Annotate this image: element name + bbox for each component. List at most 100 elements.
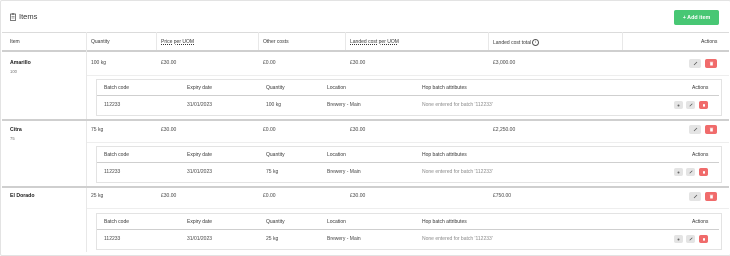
pencil-icon — [688, 237, 693, 241]
batch-hop-attr: None entered for batch '112233' — [422, 169, 493, 175]
batch-code: 112233 — [104, 102, 121, 108]
dot-icon — [677, 104, 680, 106]
edit-batch-button[interactable] — [686, 168, 695, 176]
dot-icon — [677, 238, 680, 240]
batch-col-quantity: Quantity — [266, 85, 285, 91]
pencil-icon — [688, 170, 693, 174]
edit-batch-button[interactable] — [686, 235, 695, 243]
dot-icon — [677, 171, 680, 173]
view-button[interactable] — [674, 168, 683, 176]
batch-col-code: Batch code — [104, 85, 130, 91]
view-button[interactable] — [674, 101, 683, 109]
delete-batch-button[interactable] — [699, 235, 708, 243]
item-other-costs: £0.00 — [263, 60, 276, 66]
add-item-button[interactable]: + Add item — [674, 10, 719, 25]
view-button[interactable] — [674, 235, 683, 243]
edit-batch-button[interactable] — [686, 101, 695, 109]
batch-location: Brewery - Main — [327, 236, 361, 242]
item-landed-total: £2,250.00 — [493, 127, 516, 133]
info-icon[interactable]: i — [532, 39, 540, 46]
items-panel: Items + Add item Item Quantity Price per… — [0, 0, 730, 256]
batch-col-location: Location — [327, 85, 346, 91]
item-quantity: 75 kg — [91, 127, 104, 133]
batch-col-actions: Actions — [692, 219, 709, 225]
column-divider — [156, 32, 157, 50]
item-landed-total: £3,000.00 — [493, 60, 516, 66]
divider — [87, 75, 729, 76]
batch-expiry: 31/01/2023 — [187, 102, 213, 108]
col-header-price: Price per UOM — [161, 39, 195, 45]
delete-batch-button[interactable] — [699, 101, 708, 109]
item-price: £30.00 — [161, 60, 177, 66]
divider — [87, 142, 729, 143]
item-quantity: 100 kg — [91, 60, 107, 66]
landed-total-label: Landed cost total — [493, 39, 532, 46]
batch-col-location: Location — [327, 152, 346, 158]
column-divider — [345, 32, 346, 50]
batch-col-hop-attr: Hop batch attributes — [422, 219, 467, 225]
batch-quantity: 25 kg — [266, 236, 279, 242]
col-header-landed-cost: Landed cost per UOM — [350, 39, 399, 45]
batch-location: Brewery - Main — [327, 102, 361, 108]
item-sub: 75 — [10, 136, 15, 141]
batch-col-actions: Actions — [692, 152, 709, 158]
trash-icon — [702, 104, 705, 107]
edit-button[interactable] — [689, 125, 701, 134]
item-other-costs: £0.00 — [263, 127, 276, 133]
batch-quantity: 100 kg — [266, 102, 282, 108]
batch-col-quantity: Quantity — [266, 152, 285, 158]
divider — [97, 229, 719, 230]
batch-col-actions: Actions — [692, 85, 709, 91]
item-name: Amarillo — [10, 60, 31, 66]
batch-col-expiry: Expiry date — [187, 219, 213, 225]
col-header-item: Item — [10, 39, 20, 45]
batch-col-code: Batch code — [104, 219, 130, 225]
item-other-costs: £0.00 — [263, 193, 276, 199]
batch-code: 112233 — [104, 169, 121, 175]
batch-expiry: 31/01/2023 — [187, 236, 213, 242]
item-name: Citra — [10, 127, 22, 133]
batch-quantity: 75 kg — [266, 169, 279, 175]
pencil-icon — [688, 103, 693, 107]
item-landed-cost: £30.00 — [350, 193, 366, 199]
divider — [2, 50, 729, 52]
clipboard-icon — [10, 12, 16, 21]
trash-icon — [709, 61, 713, 66]
pencil-icon — [693, 61, 697, 66]
item-landed-cost: £30.00 — [350, 127, 366, 133]
item-quantity: 25 kg — [91, 193, 104, 199]
item-landed-cost: £30.00 — [350, 60, 366, 66]
page-title: Items — [10, 12, 37, 21]
item-price: £30.00 — [161, 193, 177, 199]
batch-col-location: Location — [327, 219, 346, 225]
trash-icon — [709, 127, 713, 132]
item-sub: 100 — [10, 69, 17, 74]
item-price: £30.00 — [161, 127, 177, 133]
divider — [97, 162, 719, 163]
batch-col-expiry: Expiry date — [187, 85, 213, 91]
edit-button[interactable] — [689, 59, 701, 68]
delete-button[interactable] — [705, 192, 717, 201]
batch-hop-attr: None entered for batch '112233' — [422, 102, 493, 108]
trash-icon — [702, 171, 705, 174]
batch-col-expiry: Expiry date — [187, 152, 213, 158]
divider — [87, 208, 729, 209]
column-divider — [488, 32, 489, 50]
delete-batch-button[interactable] — [699, 168, 708, 176]
trash-icon — [702, 238, 705, 241]
item-name: El Dorado — [10, 193, 35, 199]
divider — [2, 186, 729, 188]
batch-code: 112233 — [104, 236, 121, 242]
item-landed-total: £750.00 — [493, 193, 512, 199]
pencil-icon — [693, 127, 697, 132]
column-divider — [622, 32, 623, 50]
delete-button[interactable] — [705, 59, 717, 68]
delete-button[interactable] — [705, 125, 717, 134]
batch-hop-attr: None entered for batch '112233' — [422, 236, 493, 242]
col-header-actions: Actions — [701, 39, 718, 45]
divider — [97, 95, 719, 96]
batch-col-hop-attr: Hop batch attributes — [422, 85, 467, 91]
edit-button[interactable] — [689, 192, 701, 201]
batch-expiry: 31/01/2023 — [187, 169, 213, 175]
batch-col-quantity: Quantity — [266, 219, 285, 225]
